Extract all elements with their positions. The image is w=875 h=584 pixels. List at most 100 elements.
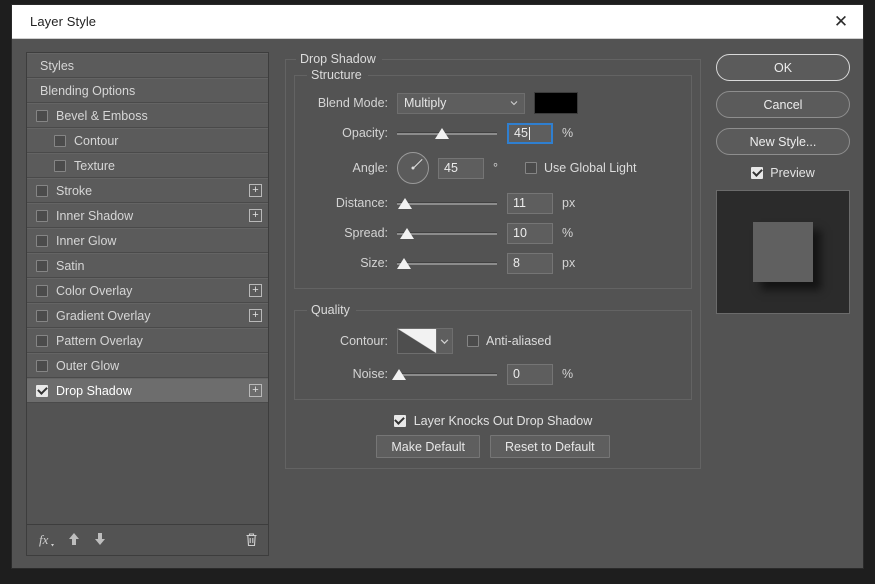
spread-unit: % [562,226,574,240]
styles-list[interactable]: Styles Blending Options Bevel & Emboss Cont… [26,52,269,524]
blend-mode-select[interactable]: Multiply [397,92,525,114]
checkbox-box[interactable] [36,109,48,122]
move-up-icon[interactable] [68,532,80,548]
sidebar-item-drop-shadow[interactable]: Drop Shadow + [27,378,268,403]
styles-toolbar: fx [26,524,269,556]
distance-value: 11 [513,196,526,210]
checkbox-box[interactable] [36,359,48,372]
actions-column: OK Cancel New Style... Preview [715,52,851,556]
move-down-icon[interactable] [94,532,106,548]
checkbox-box[interactable] [36,209,48,222]
make-default-button[interactable]: Make Default [376,435,480,458]
sidebar-item-color-overlay[interactable]: Color Overlay + [27,278,268,303]
spread-slider-thumb[interactable] [400,228,414,239]
contour-preset-thumbnail[interactable] [397,328,437,354]
distance-row: Distance: 11 px [305,188,681,218]
svg-text:fx: fx [39,532,49,547]
sidebar-item-label: Styles [40,58,75,73]
checkbox-box[interactable] [36,184,48,197]
opacity-unit: % [562,126,574,140]
opacity-input[interactable]: 45 [507,122,553,144]
add-effect-icon[interactable]: + [249,184,262,197]
noise-slider-thumb[interactable] [392,369,406,380]
size-row: Size: 8 px [305,248,681,278]
close-icon[interactable]: ✕ [819,5,863,39]
sidebar-item-pattern-overlay[interactable]: Pattern Overlay [27,328,268,353]
defaults-area: Layer Knocks Out Drop Shadow Make Defaul… [294,414,692,458]
sidebar-item-label: Pattern Overlay [56,333,143,348]
spread-row: Spread: 10 % [305,218,681,248]
sidebar-item-contour[interactable]: Contour [27,128,268,153]
opacity-slider[interactable] [397,124,497,142]
noise-label: Noise: [352,367,388,381]
sidebar-item-inner-glow[interactable]: Inner Glow [27,228,268,253]
sidebar-item-outer-glow[interactable]: Outer Glow [27,353,268,378]
checkbox-box[interactable] [36,284,48,297]
sidebar-item-blending-options[interactable]: Blending Options [27,78,268,103]
spread-input[interactable]: 10 [507,222,553,244]
checkbox-box[interactable] [54,134,66,147]
checkbox-box[interactable] [54,159,66,172]
sidebar-item-gradient-overlay[interactable]: Gradient Overlay + [27,303,268,328]
sidebar-item-label: Contour [74,133,119,148]
opacity-slider-thumb[interactable] [435,128,449,139]
layer-knocks-out-checkbox[interactable]: Layer Knocks Out Drop Shadow [393,414,593,428]
distance-slider-thumb[interactable] [398,198,412,209]
layer-knocks-out-label: Layer Knocks Out Drop Shadow [413,414,593,428]
contour-label: Contour: [340,334,388,348]
angle-dial-hub [411,166,415,170]
fx-icon[interactable]: fx [39,532,54,549]
checkbox-box[interactable] [36,384,48,397]
add-effect-icon[interactable]: + [249,209,262,222]
sidebar-item-bevel-emboss[interactable]: Bevel & Emboss [27,103,268,128]
sidebar-item-inner-shadow[interactable]: Inner Shadow + [27,203,268,228]
reset-to-default-button[interactable]: Reset to Default [490,435,610,458]
trash-icon[interactable] [245,532,258,549]
preview-square [753,222,813,282]
sidebar-item-label: Gradient Overlay [56,308,151,323]
contour-dropdown-button[interactable] [437,328,453,354]
size-slider-thumb[interactable] [397,258,411,269]
sidebar-item-label: Blending Options [40,83,136,98]
anti-aliased-checkbox[interactable]: Anti-aliased [467,334,551,348]
distance-slider[interactable] [397,194,497,212]
distance-slider-track [397,201,497,205]
distance-input[interactable]: 11 [507,192,553,214]
size-slider[interactable] [397,254,497,272]
sidebar-item-texture[interactable]: Texture [27,153,268,178]
anti-aliased-label: Anti-aliased [486,334,552,348]
noise-input[interactable]: 0 [507,363,553,385]
size-input[interactable]: 8 [507,252,553,274]
sidebar-item-label: Bevel & Emboss [56,108,148,123]
sidebar-item-styles[interactable]: Styles [27,53,268,78]
new-style-button[interactable]: New Style... [716,128,850,155]
angle-dial[interactable] [397,152,429,184]
checkbox-box[interactable] [36,309,48,322]
sidebar-item-label: Inner Shadow [56,208,134,223]
contour-row: Contour: Anti-aliased [305,323,681,359]
ok-button[interactable]: OK [716,54,850,81]
default-buttons: Make Default Reset to Default [376,435,610,458]
settings-column: Drop Shadow Structure Blend Mode: Multip… [285,52,701,556]
sidebar-item-stroke[interactable]: Stroke + [27,178,268,203]
spread-slider[interactable] [397,224,497,242]
preview-checkbox[interactable]: Preview [751,166,815,180]
shadow-color-swatch[interactable] [534,92,578,114]
checkbox-box[interactable] [36,259,48,272]
add-effect-icon[interactable]: + [249,284,262,297]
noise-slider-track [397,372,497,376]
noise-unit: % [562,367,574,381]
checkbox-box[interactable] [36,234,48,247]
sidebar-item-satin[interactable]: Satin [27,253,268,278]
cancel-button[interactable]: Cancel [716,91,850,118]
add-effect-icon[interactable]: + [249,384,262,397]
sidebar-item-label: Texture [74,158,115,173]
angle-input[interactable]: 45 [438,157,484,179]
use-global-light-checkbox[interactable]: Use Global Light [525,161,636,175]
sidebar-item-label: Satin [56,258,85,273]
sidebar-item-label: Stroke [56,183,93,198]
noise-slider[interactable] [392,365,497,383]
checkbox-box[interactable] [36,334,48,347]
sidebar-item-label: Outer Glow [56,358,120,373]
add-effect-icon[interactable]: + [249,309,262,322]
